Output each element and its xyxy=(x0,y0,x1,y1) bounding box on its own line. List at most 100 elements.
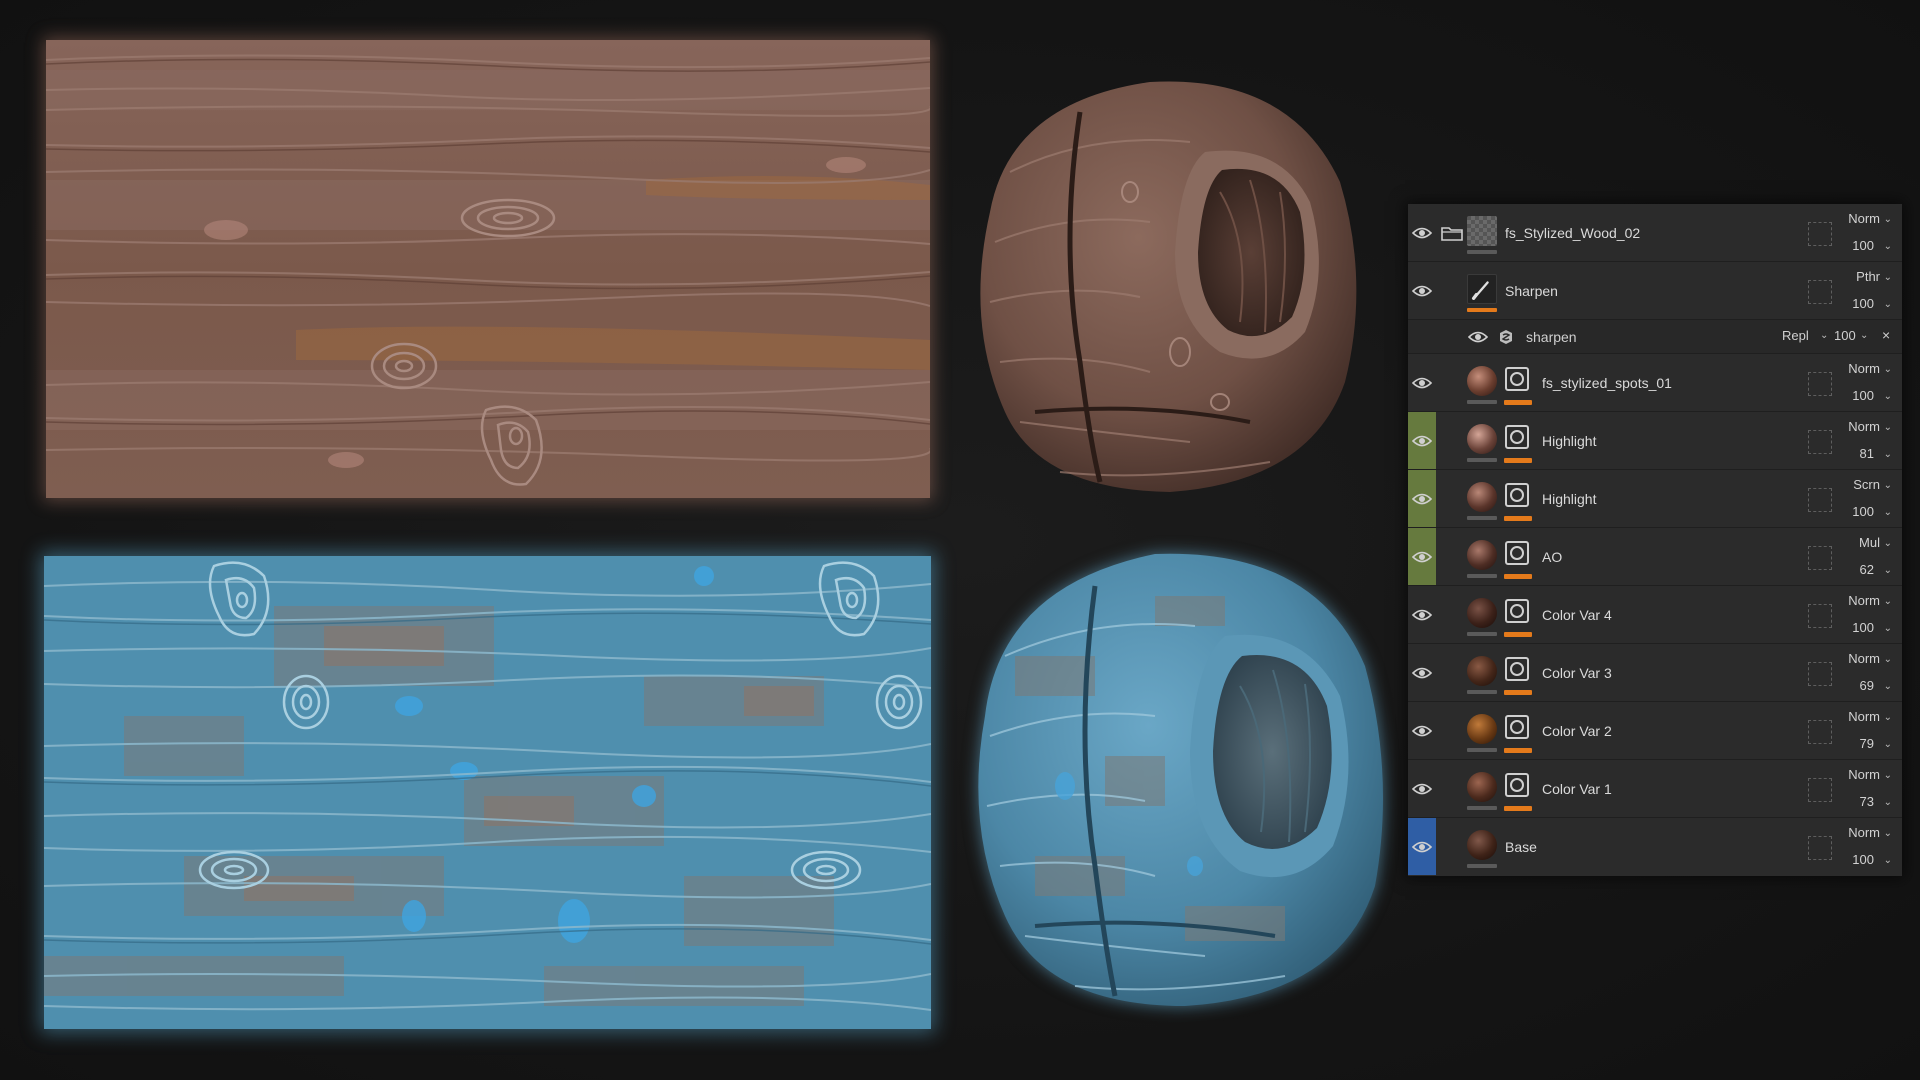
visibility-eye-icon[interactable] xyxy=(1411,838,1433,856)
chevron-down-icon[interactable]: ⌄ xyxy=(1884,506,1892,520)
chevron-down-icon[interactable]: ⌄ xyxy=(1884,769,1892,783)
layer-row-sharpen[interactable]: Sharpen Pthr ⌄ 100 ⌄ xyxy=(1408,262,1902,320)
layer-row-fs-stylized-wood-02[interactable]: fs_Stylized_Wood_02 Norm ⌄ 100 ⌄ xyxy=(1408,204,1902,262)
mask-icon[interactable] xyxy=(1504,772,1530,798)
layer-name[interactable]: Color Var 3 xyxy=(1542,664,1612,682)
chevron-down-icon[interactable]: ⌄ xyxy=(1884,448,1892,462)
mask-icon[interactable] xyxy=(1504,540,1530,566)
visibility-eye-icon[interactable] xyxy=(1411,722,1433,740)
layer-row-color-var-4[interactable]: Color Var 4 Norm ⌄ 100 ⌄ xyxy=(1408,586,1902,644)
checker-thumb-icon[interactable] xyxy=(1467,216,1497,246)
visibility-eye-icon[interactable] xyxy=(1411,432,1433,450)
blend-mode-select[interactable]: Repl xyxy=(1782,328,1809,344)
mask-icon[interactable] xyxy=(1504,714,1530,740)
chevron-down-icon[interactable]: ⌄ xyxy=(1884,595,1892,609)
chevron-down-icon[interactable]: ⌄ xyxy=(1884,213,1892,227)
layer-row-color-var-2[interactable]: Color Var 2 Norm ⌄ 79 ⌄ xyxy=(1408,702,1902,760)
chevron-down-icon[interactable]: ⌄ xyxy=(1884,680,1892,694)
opacity-value[interactable]: 100 xyxy=(1814,852,1874,868)
material-sphere-thumb-icon[interactable] xyxy=(1467,424,1497,454)
blend-mode-select[interactable]: Norm xyxy=(1820,651,1880,667)
chevron-down-icon[interactable]: ⌄ xyxy=(1884,390,1892,404)
mask-icon[interactable] xyxy=(1504,366,1530,392)
opacity-value[interactable]: 79 xyxy=(1814,736,1874,752)
opacity-value[interactable]: 100 xyxy=(1814,388,1874,404)
opacity-value[interactable]: 100 xyxy=(1814,238,1874,254)
chevron-down-icon[interactable]: ⌄ xyxy=(1884,622,1892,636)
blend-mode-select[interactable]: Norm xyxy=(1820,825,1880,841)
material-sphere-thumb-icon[interactable] xyxy=(1467,714,1497,744)
chevron-down-icon[interactable]: ⌄ xyxy=(1884,240,1892,254)
blend-mode-select[interactable]: Norm xyxy=(1820,593,1880,609)
chevron-down-icon[interactable]: ⌄ xyxy=(1884,564,1892,578)
opacity-value[interactable]: 73 xyxy=(1814,794,1874,810)
chevron-down-icon[interactable]: ⌄ xyxy=(1884,711,1892,725)
mask-icon[interactable] xyxy=(1504,424,1530,450)
visibility-eye-icon[interactable] xyxy=(1411,374,1433,392)
visibility-eye-icon[interactable] xyxy=(1411,282,1433,300)
layer-row-base[interactable]: Base Norm ⌄ 100 ⌄ xyxy=(1408,818,1902,875)
close-icon[interactable]: × xyxy=(1882,327,1890,343)
chevron-down-icon[interactable]: ⌄ xyxy=(1884,827,1892,841)
opacity-value[interactable]: 100 xyxy=(1814,620,1874,636)
chevron-down-icon[interactable]: ⌄ xyxy=(1820,329,1828,343)
opacity-value[interactable]: 81 xyxy=(1814,446,1874,462)
visibility-eye-icon[interactable] xyxy=(1411,780,1433,798)
visibility-eye-icon[interactable] xyxy=(1411,224,1433,242)
layer-row-color-var-1[interactable]: Color Var 1 Norm ⌄ 73 ⌄ xyxy=(1408,760,1902,818)
layer-name[interactable]: Base xyxy=(1505,838,1537,856)
filter-name[interactable]: sharpen xyxy=(1526,328,1577,346)
layer-name[interactable]: fs_Stylized_Wood_02 xyxy=(1505,224,1640,242)
blend-mode-select[interactable]: Mul xyxy=(1820,535,1880,551)
opacity-value[interactable]: 100 xyxy=(1834,328,1856,344)
chevron-down-icon[interactable]: ⌄ xyxy=(1860,329,1868,343)
layer-name[interactable]: fs_stylized_spots_01 xyxy=(1542,374,1672,392)
material-sphere-thumb-icon[interactable] xyxy=(1467,598,1497,628)
blend-mode-select[interactable]: Pthr xyxy=(1820,269,1880,285)
layer-row-highlight-2[interactable]: Highlight Scrn ⌄ 100 ⌄ xyxy=(1408,470,1902,528)
chevron-down-icon[interactable]: ⌄ xyxy=(1884,537,1892,551)
chevron-down-icon[interactable]: ⌄ xyxy=(1884,653,1892,667)
layer-name[interactable]: AO xyxy=(1542,548,1562,566)
layer-row-highlight-1[interactable]: Highlight Norm ⌄ 81 ⌄ xyxy=(1408,412,1902,470)
layer-row-ao[interactable]: AO Mul ⌄ 62 ⌄ xyxy=(1408,528,1902,586)
chevron-down-icon[interactable]: ⌄ xyxy=(1884,479,1892,493)
blend-mode-select[interactable]: Scrn xyxy=(1820,477,1880,493)
chevron-down-icon[interactable]: ⌄ xyxy=(1884,271,1892,285)
layer-name[interactable]: Sharpen xyxy=(1505,282,1558,300)
layer-row-color-var-3[interactable]: Color Var 3 Norm ⌄ 69 ⌄ xyxy=(1408,644,1902,702)
brush-thumb-icon[interactable] xyxy=(1467,274,1497,304)
chevron-down-icon[interactable]: ⌄ xyxy=(1884,363,1892,377)
blend-mode-select[interactable]: Norm xyxy=(1820,211,1880,227)
layer-name[interactable]: Highlight xyxy=(1542,432,1596,450)
visibility-eye-icon[interactable] xyxy=(1467,328,1489,346)
chevron-down-icon[interactable]: ⌄ xyxy=(1884,298,1892,312)
blend-mode-select[interactable]: Norm xyxy=(1820,361,1880,377)
mask-icon[interactable] xyxy=(1504,482,1530,508)
layer-name[interactable]: Color Var 2 xyxy=(1542,722,1612,740)
visibility-eye-icon[interactable] xyxy=(1411,548,1433,566)
material-sphere-thumb-icon[interactable] xyxy=(1467,656,1497,686)
layer-name[interactable]: Color Var 1 xyxy=(1542,780,1612,798)
blend-mode-select[interactable]: Norm xyxy=(1820,419,1880,435)
layer-name[interactable]: Color Var 4 xyxy=(1542,606,1612,624)
material-sphere-thumb-icon[interactable] xyxy=(1467,366,1497,396)
filter-row-sharpen[interactable]: sharpen Repl ⌄ 100 ⌄ × xyxy=(1408,320,1902,354)
opacity-value[interactable]: 69 xyxy=(1814,678,1874,694)
visibility-eye-icon[interactable] xyxy=(1411,490,1433,508)
mask-icon[interactable] xyxy=(1504,598,1530,624)
opacity-value[interactable]: 62 xyxy=(1814,562,1874,578)
chevron-down-icon[interactable]: ⌄ xyxy=(1884,854,1892,868)
folder-icon[interactable] xyxy=(1441,224,1463,242)
mask-icon[interactable] xyxy=(1504,656,1530,682)
chevron-down-icon[interactable]: ⌄ xyxy=(1884,421,1892,435)
material-sphere-thumb-icon[interactable] xyxy=(1467,830,1497,860)
layer-row-fs-stylized-spots-01[interactable]: fs_stylized_spots_01 Norm ⌄ 100 ⌄ xyxy=(1408,354,1902,412)
material-sphere-thumb-icon[interactable] xyxy=(1467,772,1497,802)
blend-mode-select[interactable]: Norm xyxy=(1820,709,1880,725)
material-sphere-thumb-icon[interactable] xyxy=(1467,540,1497,570)
opacity-value[interactable]: 100 xyxy=(1814,296,1874,312)
opacity-value[interactable]: 100 xyxy=(1814,504,1874,520)
visibility-eye-icon[interactable] xyxy=(1411,664,1433,682)
layer-name[interactable]: Highlight xyxy=(1542,490,1596,508)
